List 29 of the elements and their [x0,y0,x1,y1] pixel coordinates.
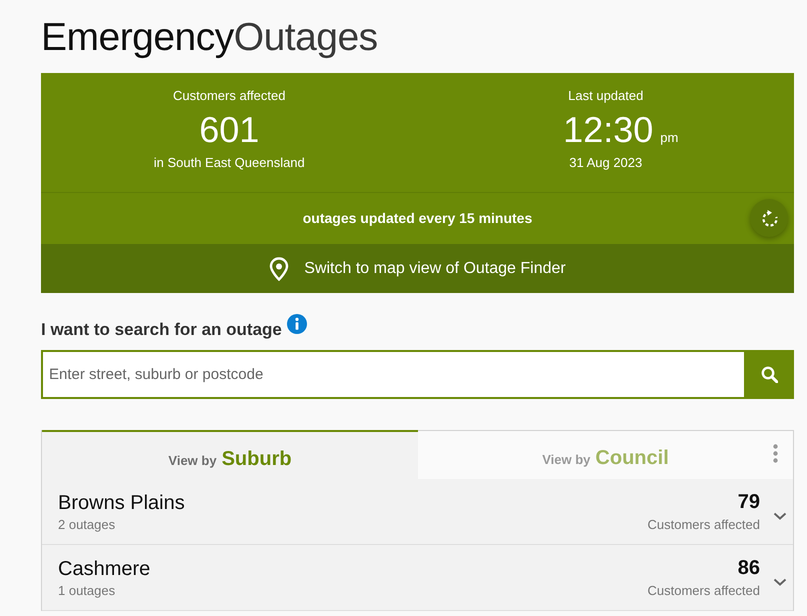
customer-count: 601 [199,110,260,150]
customers-label: Customers affected [648,517,760,533]
stat-label: Last updated [568,88,644,104]
region-label: in South East Queensland [154,155,305,171]
refresh-button[interactable] [750,199,788,237]
customer-count: 79 [738,490,760,514]
search-field[interactable]: Enter street, suburb or postcode [41,350,744,399]
customers-label: Customers affected [648,583,760,599]
suburb-name: Browns Plains [58,490,185,514]
update-time: 12:30 [563,110,654,150]
time-period: pm [660,130,678,146]
stat-label: Customers affected [173,88,286,104]
map-view-link[interactable]: Switch to map view of Outage Finder [41,244,794,293]
suburb-name: Cashmere [58,556,150,580]
more-options-icon[interactable] [773,444,778,463]
outage-count: 2 outages [58,516,116,532]
search-label: I want to search for an outage [41,319,282,341]
outage-count: 1 outages [58,582,116,598]
location-pin-icon [269,256,290,280]
search-icon [760,366,778,383]
update-date: 31 Aug 2023 [569,155,642,171]
chevron-down-icon[interactable] [773,578,787,586]
customer-count: 86 [738,556,760,580]
chevron-down-icon[interactable] [773,512,787,520]
info-icon[interactable] [286,314,307,334]
refresh-icon [760,210,778,226]
page-title: EmergencyOutages [41,15,379,61]
refresh-note: outages updated every 15 minutes [302,209,532,228]
search-button[interactable] [744,350,794,399]
